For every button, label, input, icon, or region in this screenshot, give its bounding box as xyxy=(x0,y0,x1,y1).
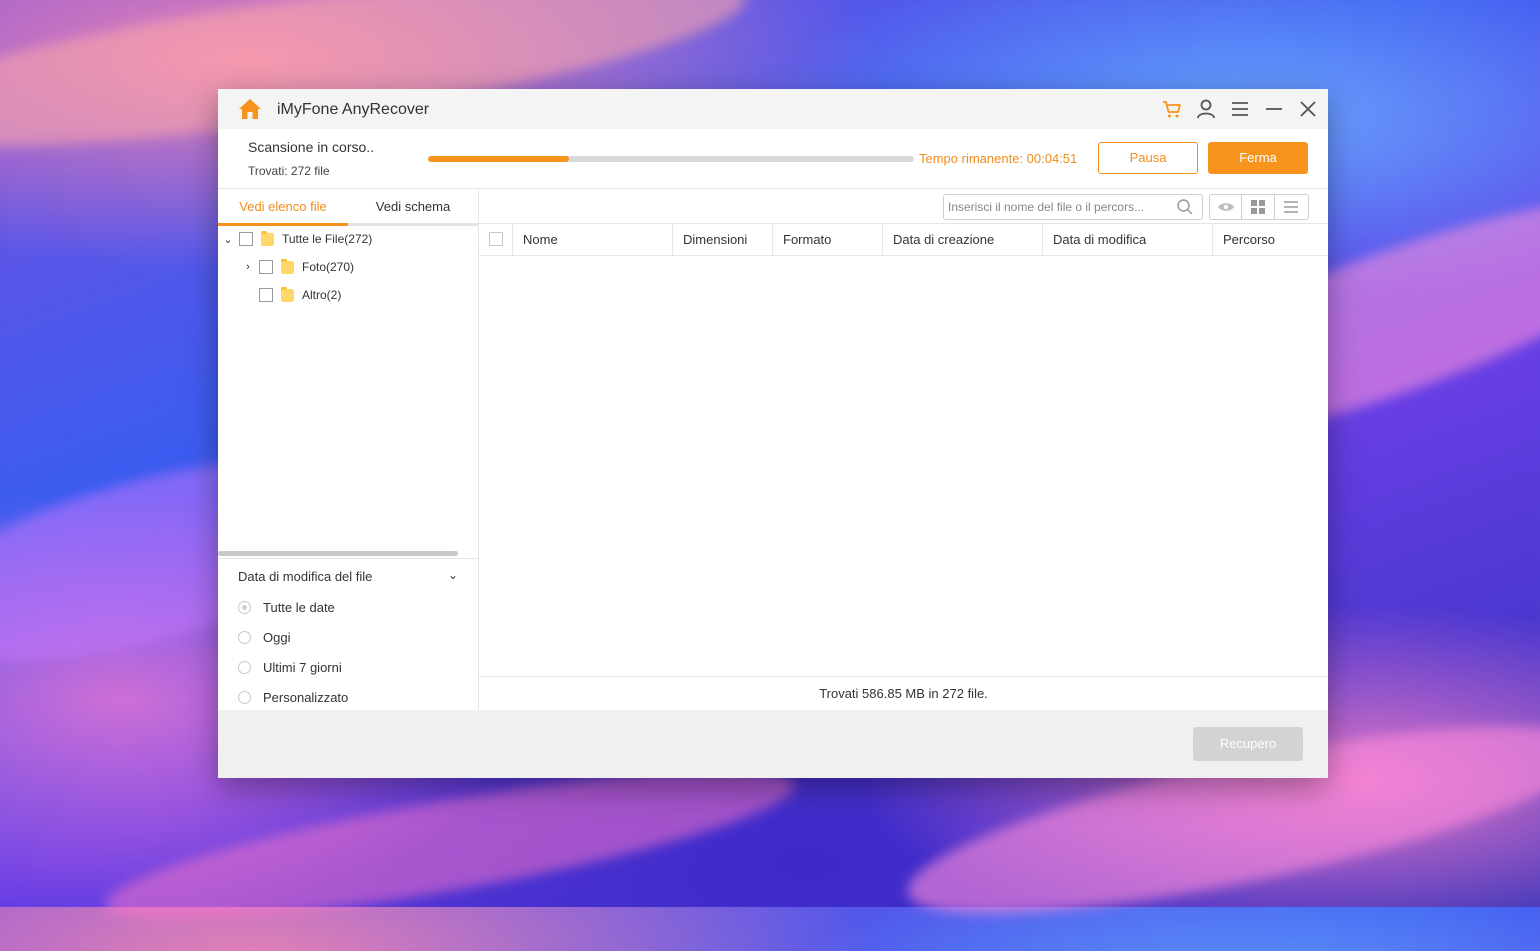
file-toolbar xyxy=(479,189,1328,224)
left-pane: Vedi elenco file Vedi schema ⌄ Tutte le … xyxy=(218,189,479,710)
column-header-created[interactable]: Data di creazione xyxy=(882,224,1042,255)
chevron-right-icon[interactable]: › xyxy=(243,261,253,273)
time-remaining: Tempo rimanente: 00:04:51 xyxy=(919,151,1078,166)
search-box xyxy=(943,194,1203,220)
app-title: iMyFone AnyRecover xyxy=(277,101,430,118)
scan-progress-fill xyxy=(428,156,569,162)
select-all-checkbox[interactable] xyxy=(489,232,503,246)
found-summary: Trovati 586.85 MB in 272 file. xyxy=(479,676,1328,711)
scan-progress-bar xyxy=(428,156,914,162)
radio-label: Personalizzato xyxy=(263,689,349,705)
folder-icon xyxy=(281,258,294,274)
column-header-format[interactable]: Formato xyxy=(772,224,882,255)
column-header-path[interactable]: Percorso xyxy=(1212,224,1328,255)
tree-item-label: Tutte le File(272) xyxy=(282,232,373,246)
home-icon[interactable] xyxy=(238,97,262,121)
column-header-modified[interactable]: Data di modifica xyxy=(1042,224,1212,255)
right-pane: Nome Dimensioni Formato Data di creazion… xyxy=(479,189,1328,710)
tab-file-list[interactable]: Vedi elenco file xyxy=(218,189,348,226)
user-icon[interactable] xyxy=(1195,98,1217,120)
tree-item-label: Altro(2) xyxy=(302,288,342,302)
tree-horizontal-scrollbar[interactable] xyxy=(218,551,458,556)
pause-button[interactable]: Pausa xyxy=(1098,142,1198,174)
eye-icon xyxy=(1217,203,1234,211)
radio-label: Ultimi 7 giorni xyxy=(263,659,342,675)
tree-item-all-files[interactable]: ⌄ Tutte le File(272) xyxy=(223,228,372,250)
list-icon xyxy=(1284,201,1299,213)
radio-label: Tutte le date xyxy=(263,599,335,615)
radio-all-dates[interactable]: Tutte le date xyxy=(238,597,335,617)
radio-button[interactable] xyxy=(238,630,251,644)
folder-icon xyxy=(261,230,274,246)
chevron-down-icon[interactable]: ⌄ xyxy=(448,568,458,582)
recover-button[interactable]: Recupero xyxy=(1193,727,1303,761)
radio-button[interactable] xyxy=(238,690,251,704)
radio-label: Oggi xyxy=(263,629,291,645)
search-icon[interactable] xyxy=(1176,198,1194,216)
date-filter-title: Data di modifica del file xyxy=(238,569,373,584)
scan-status: Scansione in corso.. xyxy=(248,139,375,155)
title-bar: iMyFone AnyRecover xyxy=(218,89,1328,129)
radio-today[interactable]: Oggi xyxy=(238,627,290,647)
radio-button[interactable] xyxy=(238,660,251,674)
search-input[interactable] xyxy=(946,197,1172,217)
chevron-down-icon[interactable]: ⌄ xyxy=(223,233,233,246)
tree-item-label: Foto(270) xyxy=(302,260,355,274)
bottom-bar: Recupero xyxy=(218,710,1328,778)
date-filter-panel: Data di modifica del file ⌄ Tutte le dat… xyxy=(218,558,478,711)
tree-item-other[interactable]: Altro(2) xyxy=(259,284,341,306)
tree-checkbox[interactable] xyxy=(239,232,253,246)
tree-checkbox[interactable] xyxy=(259,288,273,302)
menu-icon[interactable] xyxy=(1229,98,1251,120)
folder-icon xyxy=(281,286,294,302)
grid-icon xyxy=(1251,200,1266,214)
column-header-size[interactable]: Dimensioni xyxy=(672,224,772,255)
minimize-icon[interactable] xyxy=(1263,98,1285,120)
tree-item-photos[interactable]: › Foto(270) xyxy=(243,256,354,278)
preview-button[interactable] xyxy=(1210,195,1243,219)
close-icon[interactable] xyxy=(1297,98,1319,120)
cart-icon[interactable] xyxy=(1161,98,1183,120)
stop-button[interactable]: Ferma xyxy=(1208,142,1308,174)
list-view-button[interactable] xyxy=(1275,195,1308,219)
scan-found-count: Trovati: 272 file xyxy=(248,164,330,178)
grid-view-button[interactable] xyxy=(1242,195,1275,219)
radio-custom[interactable]: Personalizzato xyxy=(238,687,348,707)
table-header: Nome Dimensioni Formato Data di creazion… xyxy=(479,224,1328,256)
app-window: iMyFone AnyRecover Scansione in corso.. … xyxy=(218,89,1328,778)
radio-last-7-days[interactable]: Ultimi 7 giorni xyxy=(238,657,342,677)
radio-button[interactable] xyxy=(238,600,251,614)
view-mode-group xyxy=(1209,194,1309,220)
tree-checkbox[interactable] xyxy=(259,260,273,274)
scan-bar: Scansione in corso.. Trovati: 272 file T… xyxy=(218,129,1328,189)
tab-schema[interactable]: Vedi schema xyxy=(348,189,478,226)
column-header-name[interactable]: Nome xyxy=(512,224,672,255)
